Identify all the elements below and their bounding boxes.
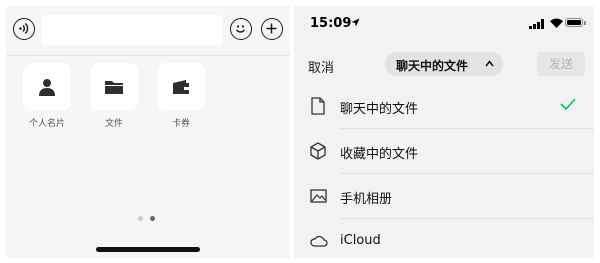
coupon-tile[interactable]: 卡券 — [156, 63, 206, 129]
checkmark-icon — [560, 98, 576, 110]
contact-card-label: 个人名片 — [28, 119, 65, 129]
status-bar: 15:09 — [294, 6, 594, 40]
picker-nav-bar: 取消 聊天中的文件 发送 — [294, 42, 594, 84]
source-item-photos[interactable]: 手机相册 — [294, 174, 594, 219]
source-item-label: iCloud — [340, 233, 381, 248]
cancel-button[interactable]: 取消 — [308, 57, 334, 76]
wallet-icon — [173, 80, 189, 94]
cube-icon — [310, 142, 326, 160]
more-button[interactable] — [261, 18, 283, 40]
photo-icon — [310, 189, 327, 203]
folder-icon — [105, 81, 123, 94]
chat-input-bar — [6, 6, 290, 56]
source-list: 聊天中的文件 收藏中的文件 手机相册 iCloud — [294, 84, 594, 258]
file-tile[interactable]: 文件 — [89, 63, 139, 129]
source-item-label: 收藏中的文件 — [340, 147, 419, 162]
contact-card-tile[interactable]: 个人名片 — [22, 63, 72, 129]
voice-icon — [19, 22, 29, 35]
source-selector[interactable]: 聊天中的文件 — [385, 52, 503, 76]
file-label: 文件 — [104, 119, 123, 129]
file-tile-box[interactable] — [90, 63, 138, 111]
emoji-button[interactable] — [230, 18, 252, 40]
source-item-label: 聊天中的文件 — [340, 102, 419, 117]
coupon-label: 卡券 — [171, 119, 190, 129]
plus-icon — [266, 23, 277, 34]
source-item-favorites[interactable]: 收藏中的文件 — [294, 129, 594, 174]
message-input[interactable] — [41, 15, 223, 45]
cloud-icon — [310, 235, 328, 247]
cellular-signal-icon — [529, 19, 544, 29]
page-dot-active[interactable] — [150, 216, 155, 221]
emoji-icon — [236, 25, 245, 33]
file-picker-sheet: 15:09 取消 聊天中的文件 发送 聊天中的文件 收藏中的文件 手机相册 iC… — [294, 6, 594, 258]
source-item-icloud[interactable]: iCloud — [294, 219, 594, 258]
source-item-chat-files[interactable]: 聊天中的文件 — [294, 84, 594, 129]
chevron-up-icon — [485, 60, 494, 67]
source-title: 聊天中的文件 — [396, 59, 469, 73]
chat-input-panel: 个人名片 文件 卡券 — [6, 6, 290, 258]
voice-input-button[interactable] — [13, 18, 35, 40]
location-arrow-icon — [351, 18, 360, 27]
home-indicator[interactable] — [96, 247, 200, 252]
page-dot[interactable] — [138, 216, 143, 221]
coupon-tile-box[interactable] — [157, 63, 205, 111]
send-button[interactable]: 发送 — [537, 52, 585, 76]
source-item-label: 手机相册 — [340, 192, 393, 207]
contact-card-tile-box[interactable] — [23, 63, 71, 111]
wifi-icon — [550, 18, 563, 28]
battery-icon — [565, 18, 583, 27]
page-indicator[interactable] — [138, 216, 160, 222]
battery-cap — [584, 21, 586, 25]
contact-card-icon — [39, 79, 55, 96]
status-time: 15:09 — [310, 16, 352, 31]
document-icon — [311, 97, 325, 115]
send-label: 发送 — [548, 57, 573, 71]
